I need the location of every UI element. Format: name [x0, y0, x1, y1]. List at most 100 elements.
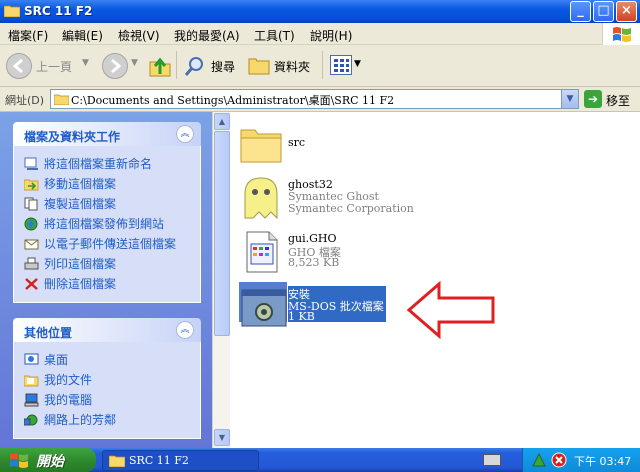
back-arrow-icon — [12, 58, 23, 74]
search-icon[interactable] — [184, 55, 206, 77]
menu-tools[interactable]: 工具(T) — [254, 27, 295, 44]
menu-view[interactable]: 檢視(V) — [118, 27, 160, 44]
menu-file[interactable]: 檔案(F) — [8, 27, 48, 44]
start-label: 開始 — [36, 454, 64, 470]
title-bar[interactable]: SRC 11 F2 _ □ × — [0, 0, 640, 23]
forward-arrow-icon — [111, 58, 122, 74]
file-size: 1 KB — [288, 310, 315, 323]
back-button[interactable] — [6, 53, 32, 79]
file-item-gui-gho[interactable]: gui.GHO GHO 檔案 8,523 KB — [237, 228, 567, 282]
network-tray-icon[interactable] — [531, 452, 547, 468]
folder-icon — [240, 129, 282, 163]
menu-edit[interactable]: 編輯(E) — [62, 27, 103, 44]
copy-icon — [24, 197, 38, 211]
file-size: 8,523 KB — [288, 256, 340, 269]
task-publish[interactable]: 將這個檔案發佈到網站 — [24, 214, 200, 234]
address-input[interactable]: C:\Documents and Settings\Administrator\… — [50, 89, 579, 109]
close-button[interactable]: × — [616, 1, 637, 22]
menu-bar: 檔案(F) 編輯(E) 檢視(V) 我的最愛(A) 工具(T) 說明(H) — [0, 23, 640, 45]
collapse-chevron-icon[interactable]: ︽ — [176, 125, 194, 143]
file-item-ghost32[interactable]: ghost32 Symantec Ghost Symantec Corporat… — [237, 174, 567, 228]
security-alert-icon[interactable] — [551, 452, 567, 468]
file-name: src — [288, 136, 306, 149]
ghost-icon — [244, 177, 278, 220]
task-pane: 檔案及資料夾工作 ︽ 將這個檔案重新命名 移動這個檔案 複製這個檔案 將這個檔案… — [0, 112, 212, 448]
red-arrow-annotation-icon — [407, 280, 495, 340]
keyboard-icon[interactable] — [483, 454, 501, 466]
address-dropdown-button[interactable]: ▼ — [561, 90, 578, 108]
taskbar-window-label: SRC 11 F2 — [129, 454, 189, 467]
windows-logo — [602, 23, 640, 45]
task-email[interactable]: 以電子郵件傳送這個檔案 — [24, 234, 200, 254]
panel-header[interactable]: 檔案及資料夾工作 ︽ — [13, 122, 201, 146]
forward-dropdown-icon[interactable]: ▼ — [131, 58, 138, 68]
task-rename[interactable]: 將這個檔案重新命名 — [24, 154, 200, 174]
start-button[interactable]: 開始 — [0, 448, 96, 472]
folder-icon — [109, 455, 125, 467]
taskbar-window-button[interactable]: SRC 11 F2 — [102, 450, 259, 471]
place-my-computer[interactable]: 我的電腦 — [24, 390, 200, 410]
file-item-install-bat[interactable]: 安裝 MS-DOS 批次檔案 1 KB — [237, 282, 567, 336]
task-delete[interactable]: 刪除這個檔案 — [24, 274, 200, 294]
back-label[interactable]: 上一頁 — [36, 58, 72, 75]
views-dropdown-icon[interactable]: ▼ — [354, 59, 361, 69]
desktop-icon — [24, 353, 39, 365]
rename-icon — [24, 157, 38, 170]
go-arrow-icon[interactable]: ➔ — [584, 90, 602, 108]
system-tray: 下午 03:47 — [522, 448, 640, 472]
back-dropdown-icon[interactable]: ▼ — [82, 58, 89, 68]
folder-icon — [4, 5, 20, 17]
vertical-scrollbar[interactable]: ▲ ▼ — [212, 112, 230, 448]
globe-icon — [24, 217, 38, 231]
up-folder-icon[interactable] — [148, 54, 172, 78]
window-title: SRC 11 F2 — [24, 4, 93, 18]
place-network[interactable]: 網路上的芳鄰 — [24, 410, 200, 430]
panel-body: 桌面 我的文件 我的電腦 網路上的芳鄰 — [13, 342, 201, 439]
taskbar: 開始 SRC 11 F2 下午 03:47 — [0, 448, 640, 472]
place-my-documents[interactable]: 我的文件 — [24, 370, 200, 390]
search-button[interactable]: 搜尋 — [211, 58, 235, 75]
place-desktop[interactable]: 桌面 — [24, 350, 200, 370]
document-icon — [246, 231, 278, 273]
address-label: 網址(D) — [5, 94, 45, 107]
other-places-panel: 其他位置 ︽ 桌面 我的文件 我的電腦 網路上的芳鄰 — [13, 318, 201, 439]
file-company: Symantec Corporation — [288, 202, 414, 215]
toolbar: 上一頁 ▼ ▼ 搜尋 資料夾 ▼ — [0, 45, 640, 87]
printer-icon — [24, 257, 39, 270]
collapse-chevron-icon[interactable]: ︽ — [176, 321, 194, 339]
windows-flag-icon — [613, 27, 631, 42]
scroll-up-button[interactable]: ▲ — [214, 113, 230, 130]
task-print[interactable]: 列印這個檔案 — [24, 254, 200, 274]
folders-button[interactable]: 資料夾 — [274, 58, 310, 75]
windows-flag-icon — [10, 453, 28, 468]
panel-header[interactable]: 其他位置 ︽ — [13, 318, 201, 342]
forward-button[interactable] — [102, 53, 128, 79]
menu-favorites[interactable]: 我的最愛(A) — [174, 27, 240, 44]
toolbar-separator — [322, 51, 323, 79]
file-list: src ghost32 Symantec Ghost Symantec Corp… — [231, 112, 640, 448]
folders-icon[interactable] — [248, 55, 270, 75]
menu-help[interactable]: 說明(H) — [310, 27, 352, 44]
go-button[interactable]: 移至 — [606, 92, 630, 109]
task-move[interactable]: 移動這個檔案 — [24, 174, 200, 194]
views-button[interactable] — [330, 55, 352, 75]
email-icon — [24, 239, 39, 250]
scroll-thumb[interactable] — [214, 131, 230, 336]
minimize-button[interactable]: _ — [570, 1, 591, 22]
scroll-down-button[interactable]: ▼ — [214, 429, 230, 446]
file-tasks-panel: 檔案及資料夾工作 ︽ 將這個檔案重新命名 移動這個檔案 複製這個檔案 將這個檔案… — [13, 122, 201, 303]
panel-body: 將這個檔案重新命名 移動這個檔案 複製這個檔案 將這個檔案發佈到網站 以電子郵件… — [13, 146, 201, 303]
folder-icon — [54, 94, 69, 105]
clock: 下午 03:47 — [574, 455, 632, 468]
address-value: C:\Documents and Settings\Administrator\… — [71, 94, 395, 107]
panel-title: 其他位置 — [24, 326, 73, 340]
panel-title: 檔案及資料夾工作 — [24, 130, 121, 144]
views-grid-icon — [334, 59, 349, 72]
maximize-button[interactable]: □ — [593, 1, 614, 22]
file-item-src[interactable]: src — [237, 120, 567, 174]
task-copy[interactable]: 複製這個檔案 — [24, 194, 200, 214]
computer-icon — [24, 393, 39, 407]
network-icon — [24, 414, 38, 426]
toolbar-separator — [176, 51, 177, 79]
batch-file-gear-icon — [241, 289, 287, 327]
